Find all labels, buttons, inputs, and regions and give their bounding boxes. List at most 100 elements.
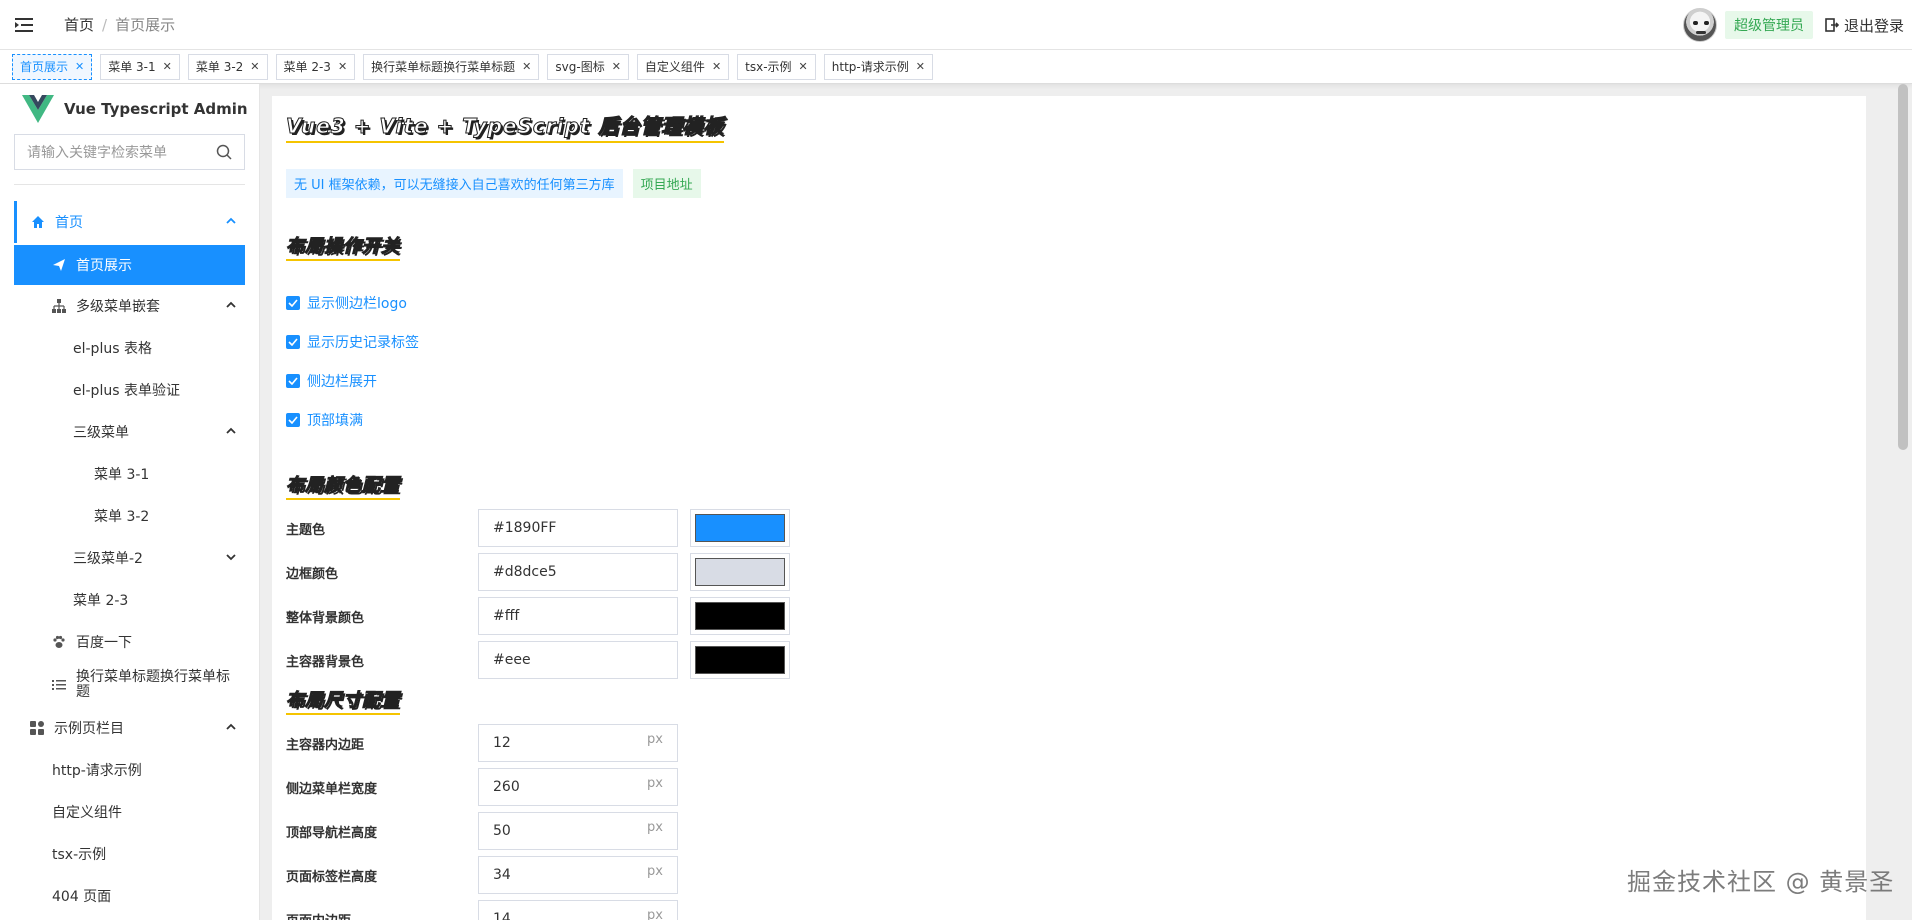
number-input[interactable]: 34 px (478, 856, 678, 894)
sidebar-item-label: 自定义组件 (52, 805, 122, 821)
size-row-tabs-height: 页面标签栏高度 34 px (286, 853, 1852, 897)
tab-svg-icon[interactable]: svg-图标 ✕ (547, 53, 629, 80)
color-picker[interactable] (690, 641, 790, 679)
checkbox-checked-icon[interactable] (286, 334, 300, 349)
tab-menu-3-1[interactable]: 菜单 3-1 ✕ (100, 53, 180, 80)
sidebar-item-label: 404 页面 (52, 889, 112, 905)
sidebar-item-level3-menu[interactable]: 三级菜单 (14, 411, 245, 453)
sidebar-item-menu-2-3[interactable]: 菜单 2-3 (14, 579, 245, 621)
info-row: 无 UI 框架依赖，可以无缝接入自己喜欢的任何第三方库 项目地址 (286, 169, 1852, 198)
send-icon (50, 256, 68, 274)
checkbox-show-logo[interactable]: 显示侧边栏logo (286, 283, 1852, 322)
sidebar-item-el-plus-form[interactable]: el-plus 表单验证 (14, 369, 245, 411)
avatar[interactable] (1682, 8, 1717, 42)
chevron-up-icon (226, 723, 236, 730)
tab-tsx-example[interactable]: tsx-示例 ✕ (737, 53, 816, 80)
form-label: 主容器背景色 (286, 654, 365, 670)
sidebar-item-label: el-plus 表单验证 (73, 383, 180, 399)
close-icon[interactable]: ✕ (338, 60, 347, 73)
home-icon (29, 213, 47, 231)
project-link[interactable]: 项目地址 (632, 169, 701, 198)
tab-home-display[interactable]: 首页展示 ✕ (12, 53, 93, 80)
size-row-container-padding: 主容器内边距 12 px (286, 721, 1852, 765)
form-label: 顶部导航栏高度 (286, 825, 378, 841)
sidebar-item-404-page[interactable]: 404 页面 (14, 875, 245, 917)
sidebar-item-label: 示例页栏目 (54, 721, 124, 737)
checkbox-checked-icon[interactable] (286, 412, 300, 427)
logout-button[interactable]: 退出登录 (1825, 15, 1904, 36)
input-value: 12 (493, 735, 511, 751)
breadcrumb-current: 首页展示 (115, 16, 176, 34)
logout-icon (1825, 18, 1839, 32)
sidebar-item-tsx-example[interactable]: tsx-示例 (14, 833, 245, 875)
tab-label: 首页展示 (20, 60, 69, 74)
checkbox-show-history-tags[interactable]: 显示历史记录标签 (286, 322, 1852, 361)
close-icon[interactable]: ✕ (522, 60, 531, 73)
number-input[interactable]: 50 px (478, 812, 678, 850)
history-tabs: 首页展示 ✕ 菜单 3-1 ✕ 菜单 3-2 ✕ 菜单 2-3 ✕ 换行菜单标题换行菜单… (0, 50, 1912, 84)
checkbox-header-fill[interactable]: 顶部填满 (286, 400, 1852, 439)
color-picker[interactable] (690, 553, 790, 591)
color-input[interactable]: #fff (478, 597, 678, 635)
form-label: 边框颜色 (286, 566, 339, 582)
tab-custom-component[interactable]: 自定义组件 ✕ (636, 53, 730, 80)
checkbox-checked-icon[interactable] (286, 373, 300, 388)
close-icon[interactable]: ✕ (712, 60, 721, 73)
tab-menu-2-3[interactable]: 菜单 2-3 ✕ (275, 53, 356, 80)
color-swatch (695, 646, 785, 674)
color-picker[interactable] (690, 509, 790, 547)
page-title: Vue3 + Vite + TypeScript 后台管理模板 (285, 110, 725, 143)
breadcrumb-home[interactable]: 首页 (64, 14, 94, 35)
unit-label: px (647, 907, 663, 920)
layout-switches: 显示侧边栏logo 显示历史记录标签 侧边栏展开 顶部填满 (286, 283, 1852, 439)
sidebar-item-multilevel[interactable]: 多级菜单嵌套 (14, 285, 245, 327)
sidebar-item-home[interactable]: 首页 (14, 201, 245, 243)
sidebar-item-label: 三级菜单 (73, 425, 129, 441)
close-icon[interactable]: ✕ (75, 60, 84, 73)
sidebar-item-label: tsx-示例 (52, 847, 107, 863)
number-input[interactable]: 14 px (478, 900, 678, 920)
color-input[interactable]: #1890FF (478, 509, 678, 547)
input-value: 260 (493, 779, 520, 795)
menu-search-input[interactable]: 请输入关键字检索菜单 (14, 134, 245, 170)
sidebar-item-baidu[interactable]: 百度一下 (14, 621, 245, 663)
tab-http-example[interactable]: http-请求示例 ✕ (823, 53, 933, 80)
logo: Vue Typescript Admin (0, 84, 259, 134)
form-label: 主题色 (286, 522, 326, 538)
sidebar-item-level3-menu-2[interactable]: 三级菜单-2 (14, 537, 245, 579)
color-picker[interactable] (690, 597, 790, 635)
search-icon[interactable] (216, 144, 232, 160)
checkbox-checked-icon[interactable] (286, 295, 300, 310)
sidebar-item-examples[interactable]: 示例页栏目 (14, 707, 245, 749)
tab-wrap-title[interactable]: 换行菜单标题换行菜单标题 ✕ (363, 53, 540, 80)
close-icon[interactable]: ✕ (799, 60, 808, 73)
sidebar-item-custom-component[interactable]: 自定义组件 (14, 791, 245, 833)
sidebar-item-wrap-title[interactable]: 换行菜单标题换行菜单标题 (14, 663, 245, 707)
sidebar-item-menu-3-2[interactable]: 菜单 3-2 (14, 495, 245, 537)
sidebar-item-label: 菜单 3-2 (94, 509, 150, 525)
tab-menu-3-2[interactable]: 菜单 3-2 ✕ (187, 53, 268, 80)
menu-collapse-icon[interactable] (0, 0, 50, 50)
form-label: 侧边菜单栏宽度 (286, 781, 378, 797)
color-swatch (695, 558, 785, 586)
checkbox-sidebar-expand[interactable]: 侧边栏展开 (286, 361, 1852, 400)
page-scrollbar[interactable] (1898, 84, 1908, 450)
close-icon[interactable]: ✕ (163, 60, 172, 73)
unit-label: px (647, 775, 663, 791)
close-icon[interactable]: ✕ (612, 60, 621, 73)
tab-label: 菜单 3-1 (108, 60, 156, 74)
close-icon[interactable]: ✕ (916, 60, 925, 73)
close-icon[interactable]: ✕ (250, 60, 259, 73)
sidebar-item-http-example[interactable]: http-请求示例 (14, 749, 245, 791)
sidebar-item-menu-3-1[interactable]: 菜单 3-1 (14, 453, 245, 495)
color-row-bg: 整体背景颜色 #fff (286, 594, 1852, 638)
tab-label: 菜单 2-3 (283, 60, 331, 74)
color-input[interactable]: #eee (478, 641, 678, 679)
color-input[interactable]: #d8dce5 (478, 553, 678, 591)
sidebar-item-home-display[interactable]: 首页展示 (14, 245, 245, 285)
sidebar-item-el-plus-table[interactable]: el-plus 表格 (14, 327, 245, 369)
checkbox-label: 顶部填满 (307, 412, 363, 429)
number-input[interactable]: 260 px (478, 768, 678, 806)
number-input[interactable]: 12 px (478, 724, 678, 762)
unit-label: px (647, 731, 663, 747)
